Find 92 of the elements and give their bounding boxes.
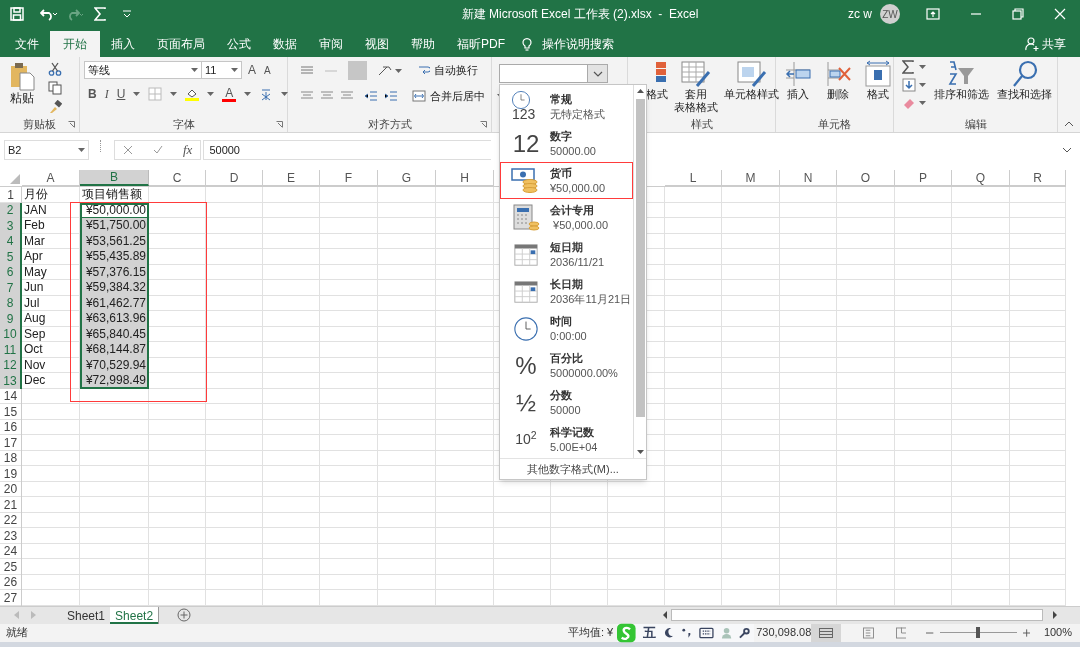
- sort-filter-button[interactable]: 排序和筛选: [934, 60, 989, 116]
- search-link[interactable]: 操作说明搜索: [542, 35, 614, 53]
- ribbon-tab[interactable]: 开始: [50, 31, 100, 57]
- menu-item[interactable]: ½ 分数 50000: [500, 384, 633, 421]
- table-cell: ¥55,435.89: [80, 249, 149, 265]
- table-cell-text: 月份: [23, 187, 49, 203]
- formula-field[interactable]: 50000: [203, 140, 492, 160]
- table-cell-text: Nov: [23, 357, 47, 373]
- table-cell-text: Jun: [23, 280, 45, 296]
- bold-button[interactable]: B: [88, 85, 97, 103]
- menu-item[interactable]: 时间 0:00:00: [500, 310, 633, 347]
- conditional-format-button[interactable]: 格式: [646, 60, 668, 116]
- ribbon-tab[interactable]: 页面布局: [146, 31, 216, 57]
- table-cell-text: Apr: [23, 249, 44, 265]
- table-cell-text: Mar: [23, 233, 46, 249]
- group-label: 编辑: [964, 116, 987, 132]
- table-cell-text: JAN: [23, 202, 48, 218]
- shrink-font-button[interactable]: A: [264, 62, 271, 78]
- window-title: 新建 Microsoft Excel 工作表 (2).xlsx - Excel: [460, 6, 700, 23]
- font-size-field[interactable]: 11: [202, 61, 242, 79]
- ribbon-tab[interactable]: 审阅: [308, 31, 354, 57]
- table-cell-text: Dec: [23, 373, 47, 389]
- group-label: 字体: [172, 116, 195, 132]
- wrap-text-button[interactable]: 自动换行: [418, 62, 478, 79]
- paste-button[interactable]: 粘贴: [4, 61, 40, 116]
- grow-font-button[interactable]: A: [248, 61, 256, 79]
- sheet-tab[interactable]: Sheet1: [62, 606, 111, 624]
- table-cell: ¥72,998.49: [80, 373, 149, 389]
- table-cell: ¥63,613.96: [80, 311, 149, 327]
- column-header[interactable]: B: [80, 170, 149, 186]
- insert-function-button[interactable]: fx: [183, 140, 193, 160]
- ribbon-tab[interactable]: 公式: [216, 31, 262, 57]
- group-label: 样式: [690, 116, 713, 132]
- group-label: 剪贴板: [23, 116, 56, 132]
- menu-item[interactable]: 10$^{2}$ 科学记数 5.00E+04: [500, 421, 633, 458]
- cell-styles-button[interactable]: 单元格样式: [724, 60, 779, 116]
- ime-mode[interactable]: 五: [642, 622, 656, 643]
- format-button[interactable]: 格式: [864, 60, 892, 116]
- format-glyph: 12: [512, 128, 540, 159]
- font-name-field[interactable]: 等线: [84, 61, 202, 79]
- row-header[interactable]: 11: [0, 342, 22, 358]
- more-formats-link[interactable]: 其他数字格式(M)...: [527, 460, 619, 478]
- format-glyph: 10$^{2}$: [515, 429, 537, 449]
- table-cell-text: Feb: [23, 218, 46, 234]
- format-as-table-button[interactable]: 套用 表格格式: [674, 60, 718, 116]
- group-label: 对齐方式: [367, 116, 412, 132]
- menu-item[interactable]: 123 常规 无特定格式: [500, 88, 633, 125]
- format-glyph: 123: [512, 105, 536, 122]
- row-header[interactable]: 13: [0, 373, 22, 389]
- share-button[interactable]: 共享: [1042, 35, 1066, 53]
- table-cell: ¥68,144.87: [80, 342, 149, 358]
- group-label: 单元格: [818, 116, 851, 132]
- status-text: 就绪: [6, 625, 28, 641]
- ribbon-tab[interactable]: 数据: [262, 31, 308, 57]
- ribbon-tab[interactable]: 插入: [100, 31, 146, 57]
- table-cell: ¥59,384.32: [80, 280, 149, 296]
- user-name: zc w: [848, 6, 872, 23]
- sheet-tab[interactable]: Sheet2: [110, 606, 159, 624]
- ribbon-tab[interactable]: 文件: [4, 31, 50, 57]
- delete-button[interactable]: 删除: [824, 60, 852, 116]
- menu-item[interactable]: 会计专用 ¥50,000.00: [500, 199, 633, 236]
- menu-item[interactable]: 货币 ¥50,000.00: [500, 162, 633, 199]
- user-avatar[interactable]: ZW: [880, 4, 900, 24]
- zoom-level[interactable]: 100%: [1043, 624, 1072, 641]
- menu-item[interactable]: 短日期 2036/11/21: [500, 236, 633, 273]
- insert-button[interactable]: 插入: [784, 60, 812, 116]
- format-glyph: ½: [516, 387, 536, 418]
- table-cell-text: Jul: [23, 295, 41, 311]
- status-text: 平均值: ¥: [568, 625, 614, 641]
- italic-button[interactable]: I: [104, 85, 109, 103]
- row-header[interactable]: 7: [0, 280, 22, 296]
- table-cell-text: Aug: [23, 311, 47, 327]
- table-cell-text: May: [23, 264, 48, 280]
- table-cell: ¥51,750.00: [80, 218, 149, 234]
- font-color-button[interactable]: A: [222, 86, 237, 102]
- row-header[interactable]: 9: [0, 311, 22, 327]
- format-glyph: %: [515, 350, 537, 381]
- ribbon-tab[interactable]: 帮助: [400, 31, 446, 57]
- table-cell-text: Sep: [23, 326, 47, 342]
- ribbon-tab[interactable]: 福昕PDF: [446, 31, 516, 57]
- name-box[interactable]: B2: [4, 140, 89, 160]
- row-header[interactable]: 3: [0, 218, 22, 234]
- ribbon-tab[interactable]: 视图: [354, 31, 400, 57]
- menu-item[interactable]: 长日期 2036年11月21日: [500, 273, 633, 310]
- status-text: 730,098.08: [756, 625, 812, 641]
- find-select-button[interactable]: 查找和选择: [997, 60, 1052, 116]
- menu-item[interactable]: % 百分比 5000000.00%: [500, 347, 633, 384]
- row-header[interactable]: 5: [0, 249, 22, 265]
- table-cell-text: Oct: [23, 342, 44, 358]
- table-cell-text: 项目销售额: [81, 187, 143, 203]
- merge-center-button[interactable]: 合并后居中: [412, 88, 485, 105]
- underline-button[interactable]: U: [116, 85, 126, 103]
